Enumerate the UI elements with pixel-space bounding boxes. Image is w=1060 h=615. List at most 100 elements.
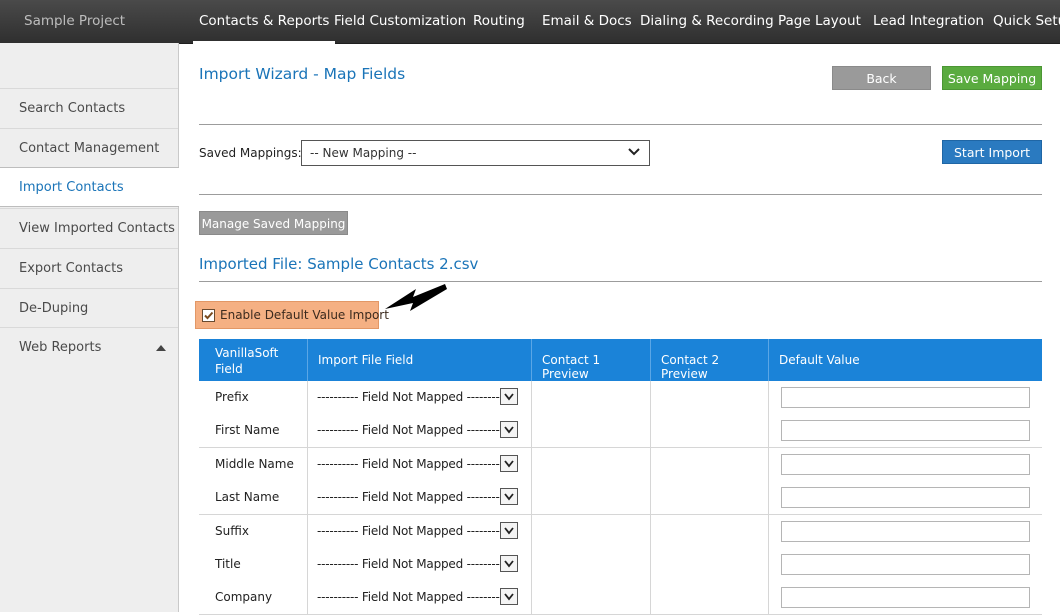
column-header-default-value: Default Value xyxy=(779,353,860,367)
field-name-cell: Company xyxy=(199,581,308,615)
import-field-select[interactable]: ---------- Field Not Mapped ---------- xyxy=(317,423,508,437)
import-field-cell: ---------- Field Not Mapped ---------- xyxy=(308,481,532,515)
manage-saved-mapping-button[interactable]: Manage Saved Mapping xyxy=(199,211,348,235)
table-row: Company ---------- Field Not Mapped -----… xyxy=(199,581,1042,615)
contact-2-preview-cell xyxy=(651,548,769,581)
import-field-dropdown-button[interactable] xyxy=(500,588,518,606)
column-header-contact-1: Contact 1 Preview xyxy=(532,339,651,381)
default-value-input[interactable] xyxy=(781,554,1030,575)
contact-2-preview-cell xyxy=(651,481,769,515)
chevron-down-icon xyxy=(504,393,514,401)
field-name: Middle Name xyxy=(215,456,294,471)
field-name: Prefix xyxy=(215,390,249,404)
field-name: Last Name xyxy=(215,490,280,505)
divider xyxy=(199,124,1042,125)
import-field-select[interactable]: ---------- Field Not Mapped ---------- xyxy=(317,490,508,504)
column-header-field: VanillaSoft Field xyxy=(199,339,308,381)
chevron-down-icon xyxy=(504,426,514,434)
default-value-cell xyxy=(769,448,1042,481)
column-header-contact-2: Contact 2 Preview xyxy=(651,339,769,381)
save-mapping-button[interactable]: Save Mapping xyxy=(942,66,1042,90)
checkmark-icon xyxy=(204,311,214,320)
chevron-down-icon xyxy=(504,493,514,501)
sidebar-item-contact-management[interactable]: Contact Management xyxy=(0,128,178,168)
sidebar-item-label: Search Contacts xyxy=(19,101,126,116)
field-name: Company xyxy=(215,590,273,605)
table-header: VanillaSoft Field Import File Field Cont… xyxy=(199,339,1042,382)
import-field-cell: ---------- Field Not Mapped ---------- xyxy=(308,414,532,448)
import-field-cell: ---------- Field Not Mapped ---------- xyxy=(308,581,532,615)
tab-quick-setup[interactable]: Quick Setup xyxy=(993,13,1060,29)
saved-mappings-select[interactable]: -- New Mapping -- xyxy=(301,140,650,166)
contact-2-preview-cell xyxy=(651,447,769,481)
import-field-dropdown-button[interactable] xyxy=(500,421,518,439)
tab-field-customization[interactable]: Field Customization xyxy=(334,13,466,29)
field-name-cell: First Name xyxy=(199,414,308,448)
sidebar-item-search-contacts[interactable]: Search Contacts xyxy=(0,88,178,128)
start-import-button[interactable]: Start Import xyxy=(942,140,1042,164)
field-name-cell: Title xyxy=(199,548,308,581)
default-value-input[interactable] xyxy=(781,420,1030,442)
contact-1-preview-cell xyxy=(532,548,651,581)
import-field-select[interactable]: ---------- Field Not Mapped ---------- xyxy=(317,390,508,404)
chevron-down-icon xyxy=(504,460,514,468)
sidebar-item-import-contacts[interactable]: Import Contacts xyxy=(0,167,179,207)
default-value-cell xyxy=(769,548,1042,581)
import-field-cell: ---------- Field Not Mapped ---------- xyxy=(308,447,532,481)
top-nav-bar: Sample Project Contacts & Reports Field … xyxy=(0,0,1060,45)
tab-page-layout[interactable]: Page Layout xyxy=(778,13,861,29)
sidebar-item-label: Contact Management xyxy=(19,141,160,156)
back-button[interactable]: Back xyxy=(832,66,931,90)
import-field-cell: ---------- Field Not Mapped ---------- xyxy=(308,381,532,414)
contact-1-preview-cell xyxy=(532,581,651,615)
default-value-input[interactable] xyxy=(781,587,1030,609)
default-value-cell xyxy=(769,414,1042,447)
default-value-input[interactable] xyxy=(781,453,1030,475)
import-field-select[interactable]: ---------- Field Not Mapped ---------- xyxy=(317,590,508,604)
divider xyxy=(199,194,1042,195)
table-row: Suffix ---------- Field Not Mapped ------… xyxy=(199,514,1042,549)
import-field-dropdown-button[interactable] xyxy=(500,488,518,506)
import-field-cell: ---------- Field Not Mapped ---------- xyxy=(308,514,532,548)
table-row: Prefix ---------- Field Not Mapped ------… xyxy=(199,381,1042,415)
import-field-dropdown-button[interactable] xyxy=(500,454,518,472)
field-name-cell: Last Name xyxy=(199,481,308,515)
field-name: First Name xyxy=(215,423,280,438)
table-row: Last Name ---------- Field Not Mapped ---… xyxy=(199,481,1042,516)
sidebar-item-web-reports[interactable]: Web Reports xyxy=(0,327,178,367)
chevron-down-icon xyxy=(504,560,514,568)
chevron-down-icon xyxy=(504,527,514,535)
table-row: Middle Name ---------- Field Not Mapped -… xyxy=(199,447,1042,482)
contact-2-preview-cell xyxy=(651,514,769,548)
tab-lead-integration[interactable]: Lead Integration xyxy=(873,13,984,29)
enable-default-label: Enable Default Value Import xyxy=(220,308,389,322)
tab-routing[interactable]: Routing xyxy=(473,13,525,29)
import-field-select[interactable]: ---------- Field Not Mapped ---------- xyxy=(317,557,508,571)
sidebar-item-label: Web Reports xyxy=(19,340,102,355)
field-name-cell: Suffix xyxy=(199,514,308,548)
default-value-input[interactable] xyxy=(781,487,1030,509)
divider xyxy=(199,281,1042,282)
import-field-select[interactable]: ---------- Field Not Mapped ---------- xyxy=(317,524,508,538)
import-field-select[interactable]: ---------- Field Not Mapped ---------- xyxy=(317,457,508,471)
tab-contacts-reports[interactable]: Contacts & Reports xyxy=(192,13,336,45)
enable-default-value-toggle[interactable]: Enable Default Value Import xyxy=(195,301,389,329)
default-value-input[interactable] xyxy=(781,387,1030,408)
sidebar-item-de-duping[interactable]: De-Duping xyxy=(0,288,178,328)
sidebar-item-view-imported-contacts[interactable]: View Imported Contacts xyxy=(0,208,178,248)
project-name[interactable]: Sample Project xyxy=(24,13,125,29)
tab-dialing-recording[interactable]: Dialing & Recording xyxy=(640,13,774,29)
chevron-down-icon xyxy=(628,148,640,156)
sidebar-item-export-contacts[interactable]: Export Contacts xyxy=(0,248,178,288)
triangle-up-icon xyxy=(156,345,166,351)
field-name: Suffix xyxy=(215,523,249,538)
tab-email-docs[interactable]: Email & Docs xyxy=(542,13,632,29)
import-field-dropdown-button[interactable] xyxy=(500,521,518,539)
chevron-down-icon xyxy=(504,593,514,601)
import-field-dropdown-button[interactable] xyxy=(500,555,518,572)
enable-default-checkbox[interactable] xyxy=(202,309,215,322)
import-field-cell: ---------- Field Not Mapped ---------- xyxy=(308,548,532,581)
default-value-input[interactable] xyxy=(781,520,1030,542)
import-field-dropdown-button[interactable] xyxy=(500,388,518,405)
contact-1-preview-cell xyxy=(532,481,651,515)
